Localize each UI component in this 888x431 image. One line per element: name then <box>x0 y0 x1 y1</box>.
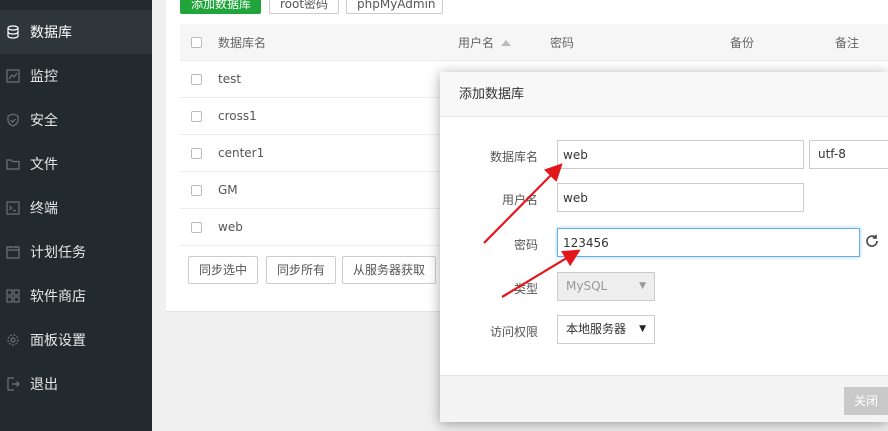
header-dbname[interactable]: 数据库名 <box>218 34 266 51</box>
logout-icon <box>6 377 20 391</box>
sidebar-item-label: 安全 <box>30 113 58 129</box>
close-button[interactable]: 关闭 <box>844 387 888 415</box>
folder-icon <box>6 157 20 171</box>
access-select[interactable]: 本地服务器 ▼ <box>557 315 655 344</box>
sidebar-item-label: 终端 <box>30 201 58 217</box>
row-dbname: test <box>218 72 242 86</box>
monitor-icon <box>6 69 20 83</box>
sidebar-item-monitor[interactable]: 监控 <box>0 54 152 98</box>
terminal-icon <box>6 201 20 215</box>
sidebar-item-label: 监控 <box>30 69 58 85</box>
access-value: 本地服务器 <box>566 322 627 336</box>
add-database-button[interactable]: 添加数据库 <box>180 0 261 14</box>
row-dbname: web <box>218 220 243 234</box>
root-password-button[interactable]: root密码 <box>269 0 339 14</box>
sidebar-item-database[interactable]: 数据库 <box>0 10 152 54</box>
sidebar-item-store[interactable]: 软件商店 <box>0 274 152 318</box>
chevron-down-icon: ▼ <box>639 324 646 334</box>
chevron-down-icon: ▼ <box>639 281 646 291</box>
charset-value: utf-8 <box>818 147 846 161</box>
header-backup: 备份 <box>730 35 755 50</box>
sidebar-item-label: 文件 <box>30 157 58 173</box>
type-value: MySQL <box>566 279 608 293</box>
row-dbname: cross1 <box>218 109 257 123</box>
modal-title: 添加数据库 <box>440 72 888 117</box>
header-note: 备注 <box>835 35 860 50</box>
row-checkbox[interactable] <box>191 73 202 85</box>
row-checkbox[interactable] <box>191 184 202 196</box>
header-username-label: 用户名 <box>458 35 495 50</box>
calendar-icon <box>6 245 20 259</box>
sidebar-item-files[interactable]: 文件 <box>0 142 152 186</box>
header-password: 密码 <box>550 35 575 50</box>
username-label: 用户名 <box>501 193 538 207</box>
sidebar-item-label: 软件商店 <box>30 289 86 305</box>
refresh-icon[interactable] <box>864 233 880 249</box>
database-icon <box>6 25 20 39</box>
dbname-input[interactable] <box>557 140 804 169</box>
sync-selected-button[interactable]: 同步选中 <box>188 256 259 284</box>
phpmyadmin-button[interactable]: phpMyAdmin <box>346 0 443 14</box>
row-checkbox[interactable] <box>191 221 202 233</box>
fetch-from-server-button[interactable]: 从服务器获取 <box>342 256 437 284</box>
add-database-modal: 添加数据库 数据库名 utf-8 用户名 密码 类型 MySQL ▼ 访问权限 本… <box>440 72 888 422</box>
sidebar-item-terminal[interactable]: 终端 <box>0 186 152 230</box>
password-label: 密码 <box>513 238 538 252</box>
sidebar-item-settings[interactable]: 面板设置 <box>0 318 152 362</box>
row-dbname: GM <box>218 183 238 197</box>
select-all-checkbox[interactable] <box>191 36 202 48</box>
gear-icon <box>6 333 20 347</box>
row-dbname: center1 <box>218 146 265 160</box>
username-input[interactable] <box>557 183 804 212</box>
sidebar-item-label: 面板设置 <box>30 333 86 349</box>
type-label: 类型 <box>513 282 538 296</box>
charset-select[interactable]: utf-8 <box>809 140 888 169</box>
dbname-label: 数据库名 <box>489 150 538 164</box>
grid-icon <box>6 289 20 303</box>
modal-footer: 关闭 <box>440 375 888 422</box>
password-input[interactable] <box>557 228 860 257</box>
sidebar-item-label: 数据库 <box>30 25 72 41</box>
sidebar-item-label: 计划任务 <box>30 245 86 261</box>
sidebar-item-cron[interactable]: 计划任务 <box>0 230 152 274</box>
sidebar-item-security[interactable]: 安全 <box>0 98 152 142</box>
sidebar-item-logout[interactable]: 退出 <box>0 362 152 406</box>
sidebar-item-label: 退出 <box>30 377 58 393</box>
sort-up-icon <box>501 40 512 46</box>
sync-all-button[interactable]: 同步所有 <box>266 256 337 284</box>
sidebar: 数据库 监控 安全 文件 终端 计划任务 软件商店 面板设置 退出 <box>0 0 152 431</box>
row-checkbox[interactable] <box>191 147 202 159</box>
access-label: 访问权限 <box>489 325 538 339</box>
shield-icon <box>6 113 20 127</box>
table-header: 数据库名 用户名 密码 备份 备注 <box>180 24 888 61</box>
header-username[interactable]: 用户名 <box>458 34 512 51</box>
type-select: MySQL ▼ <box>557 272 655 301</box>
row-checkbox[interactable] <box>191 110 202 122</box>
